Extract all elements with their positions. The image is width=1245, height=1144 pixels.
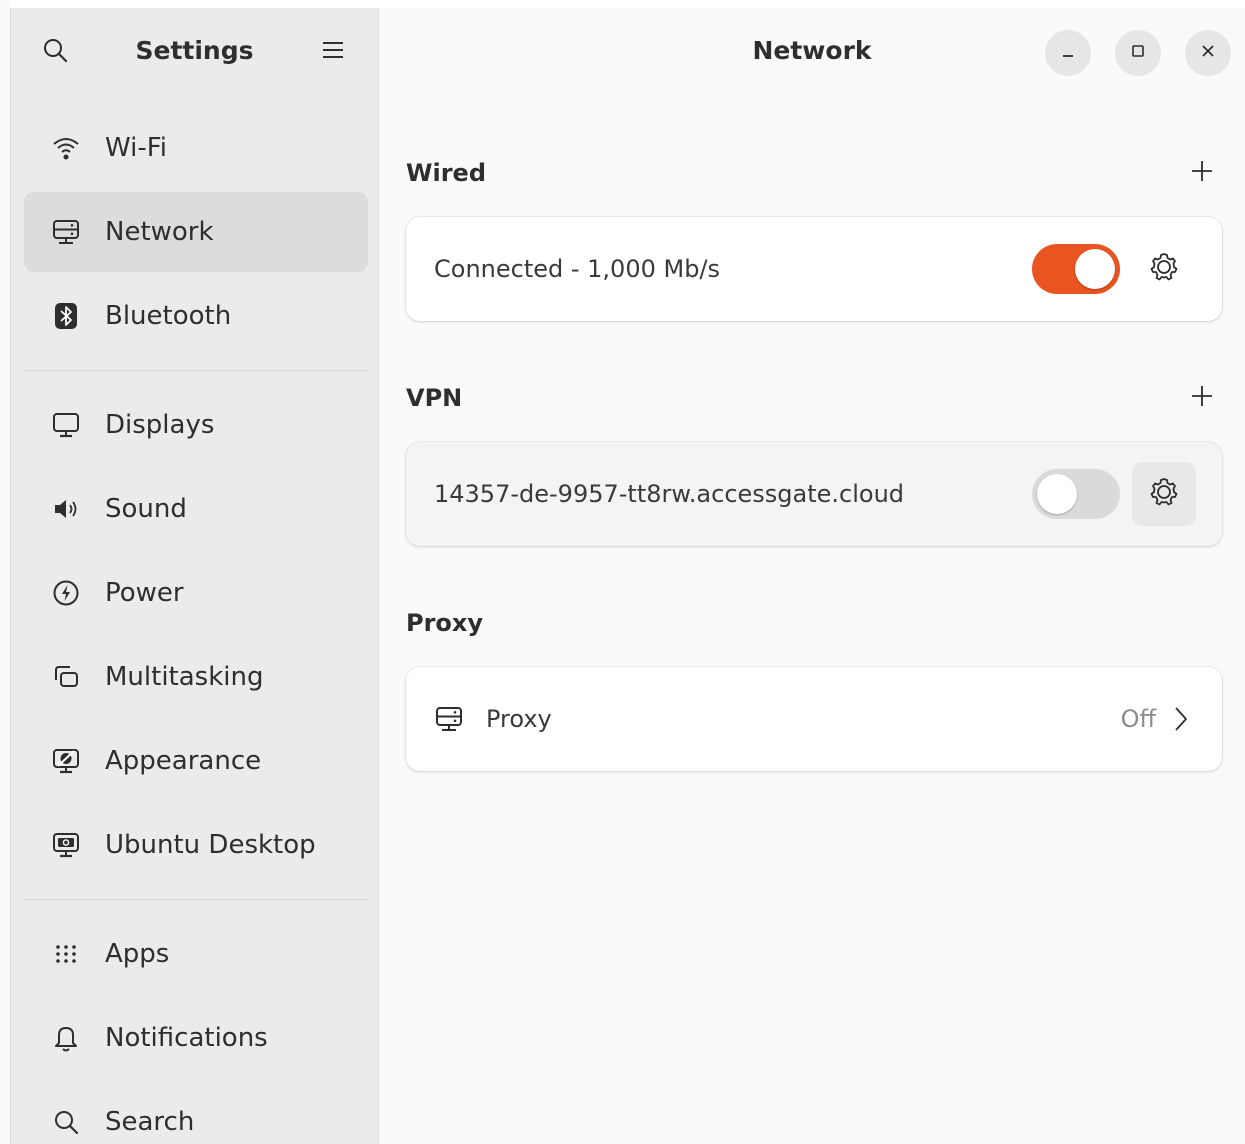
sidebar-item-label: Sound: [105, 494, 187, 524]
appearance-icon: [51, 746, 81, 776]
sidebar-item-label: Multitasking: [105, 662, 264, 692]
settings-window: Settings Wi-Fi Network Bluetooth Display…: [10, 8, 1245, 1144]
wired-heading: Wired: [406, 159, 486, 187]
minimize-icon: [1060, 43, 1076, 63]
sidebar-separator: [24, 370, 368, 371]
gear-icon: [1148, 251, 1180, 287]
sidebar-item-label: Wi-Fi: [105, 133, 168, 163]
vpn-toggle[interactable]: [1032, 469, 1120, 519]
minimize-button[interactable]: [1045, 30, 1091, 76]
sidebar-item-label: Ubuntu Desktop: [105, 830, 316, 860]
search-icon: [51, 1107, 81, 1137]
sidebar-item-label: Notifications: [105, 1023, 268, 1053]
sidebar-item-wifi[interactable]: Wi-Fi: [24, 108, 368, 188]
main-menu-button[interactable]: [313, 32, 353, 72]
toggle-knob: [1037, 474, 1077, 514]
speaker-icon: [51, 494, 81, 524]
sidebar-item-label: Bluetooth: [105, 301, 232, 331]
vpn-name: 14357-de-9957-tt8rw.accessgate.cloud: [434, 480, 905, 508]
wired-status: Connected - 1,000 Mb/s: [434, 255, 721, 283]
hamburger-menu-icon: [322, 41, 344, 63]
sidebar-item-sound[interactable]: Sound: [24, 469, 368, 549]
add-wired-button[interactable]: [1182, 153, 1222, 193]
sidebar-item-ubuntu-desktop[interactable]: Ubuntu Desktop: [24, 805, 368, 885]
bell-icon: [51, 1023, 81, 1053]
sidebar-item-displays[interactable]: Displays: [24, 385, 368, 465]
main-panel: Network Wired Connected - 1,000 Mb/s VPN…: [379, 8, 1245, 1144]
sidebar-item-label: Apps: [105, 939, 170, 969]
headerbar: Network: [379, 8, 1245, 96]
vpn-settings-button[interactable]: [1132, 462, 1196, 526]
bluetooth-icon: [51, 301, 81, 331]
sidebar-item-label: Appearance: [105, 746, 262, 776]
sidebar-list: Wi-Fi Network Bluetooth Displays Sound P…: [24, 108, 368, 1144]
sidebar-header: Settings: [11, 8, 378, 96]
sidebar-item-label: Power: [105, 578, 184, 608]
plus-icon: [1191, 160, 1213, 186]
sidebar-separator: [24, 899, 368, 900]
toggle-knob: [1075, 249, 1115, 289]
wired-toggle[interactable]: [1032, 244, 1120, 294]
sidebar-item-power[interactable]: Power: [24, 553, 368, 633]
vpn-heading: VPN: [406, 384, 463, 412]
proxy-row[interactable]: Proxy Off: [406, 667, 1222, 771]
proxy-status: Off: [1120, 705, 1156, 733]
sidebar-item-label: Network: [105, 217, 214, 247]
close-icon: [1200, 43, 1216, 63]
maximize-icon: [1130, 43, 1146, 63]
ubuntu-desktop-icon: [51, 830, 81, 860]
wired-section-header: Wired: [406, 153, 1222, 193]
chevron-right-icon: [1174, 706, 1188, 732]
multitasking-icon: [51, 662, 81, 692]
sidebar-item-search[interactable]: Search: [24, 1082, 368, 1144]
sidebar-item-network[interactable]: Network: [24, 192, 368, 272]
wired-connection-row: Connected - 1,000 Mb/s: [406, 217, 1222, 321]
sidebar: Settings Wi-Fi Network Bluetooth Display…: [11, 8, 379, 1144]
network-icon: [434, 704, 464, 734]
close-button[interactable]: [1185, 30, 1231, 76]
vpn-connection-row: 14357-de-9957-tt8rw.accessgate.cloud: [406, 442, 1222, 546]
vpn-section-header: VPN: [406, 378, 1222, 418]
display-icon: [51, 410, 81, 440]
proxy-label: Proxy: [486, 705, 552, 733]
desktop-edge: [0, 0, 10, 1144]
power-icon: [51, 578, 81, 608]
wired-settings-button[interactable]: [1132, 237, 1196, 301]
sidebar-item-label: Search: [105, 1107, 195, 1137]
gear-icon: [1148, 476, 1180, 512]
sidebar-item-multitasking[interactable]: Multitasking: [24, 637, 368, 717]
sidebar-item-notifications[interactable]: Notifications: [24, 998, 368, 1078]
wifi-icon: [51, 133, 81, 163]
maximize-button[interactable]: [1115, 30, 1161, 76]
sidebar-item-bluetooth[interactable]: Bluetooth: [24, 276, 368, 356]
sidebar-item-label: Displays: [105, 410, 215, 440]
proxy-heading: Proxy: [406, 609, 484, 637]
proxy-section-header: Proxy: [406, 603, 1222, 643]
network-icon: [51, 217, 81, 247]
plus-icon: [1191, 385, 1213, 411]
sidebar-item-apps[interactable]: Apps: [24, 914, 368, 994]
apps-grid-icon: [51, 939, 81, 969]
add-vpn-button[interactable]: [1182, 378, 1222, 418]
sidebar-item-appearance[interactable]: Appearance: [24, 721, 368, 801]
